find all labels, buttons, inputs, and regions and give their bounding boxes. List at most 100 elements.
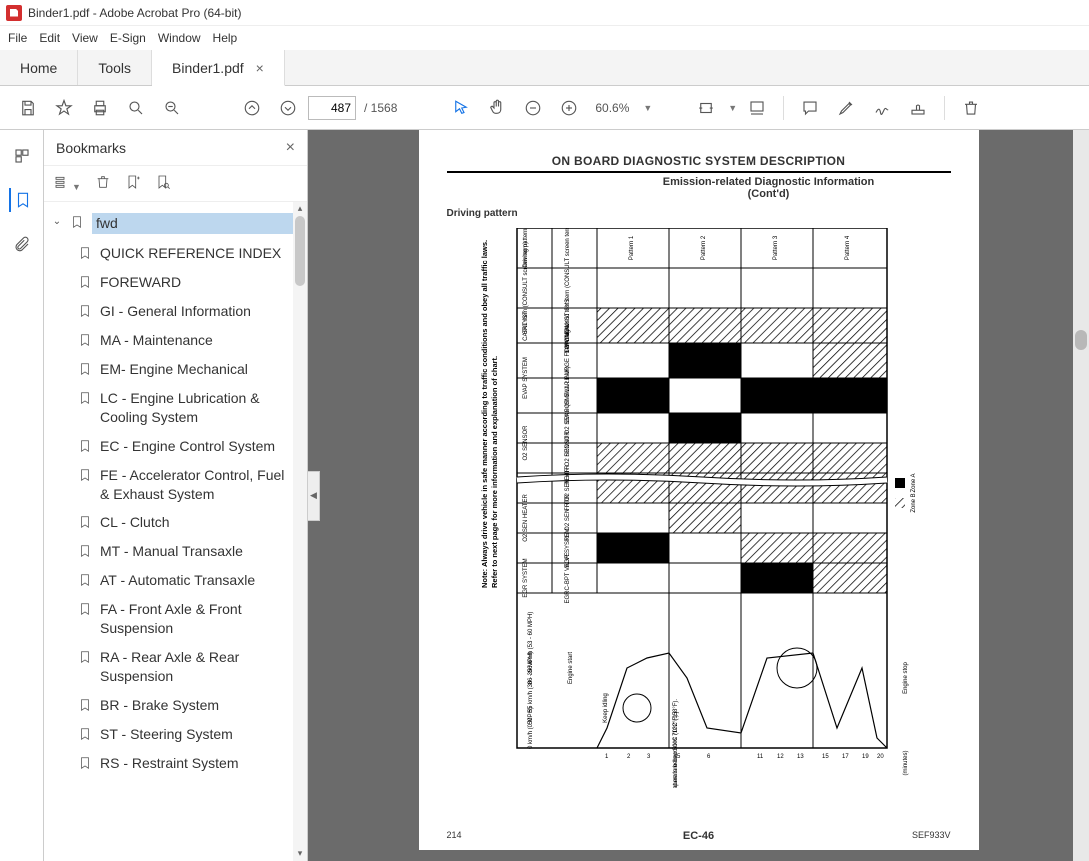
bookmark-item[interactable]: EM- Engine Mechanical [78,355,307,384]
svg-text:3: 3 [647,754,651,760]
doc-page-center: EC-46 [683,830,714,842]
svg-text:(minutes): (minutes) [903,750,909,775]
svg-text:O2 SEN HEATER: O2 SEN HEATER [523,494,529,542]
bookmarks-scrollbar[interactable]: ▴ ▾ [293,202,307,861]
page-down-icon[interactable] [272,92,304,124]
page-number-input[interactable] [308,96,356,120]
zoom-minus-icon[interactable] [517,92,549,124]
bookmark-new-icon[interactable] [125,174,141,193]
menu-view[interactable]: View [72,31,98,45]
menu-bar: File Edit View E-Sign Window Help [0,26,1089,50]
svg-text:Pattern 2: Pattern 2 [701,235,707,260]
svg-text:2: 2 [627,754,631,760]
delete-icon[interactable] [955,92,987,124]
bookmark-item[interactable]: LC - Engine Lubrication & Cooling System [78,384,307,432]
thumbnails-icon[interactable] [10,144,34,168]
document-scrollbar[interactable] [1073,130,1089,861]
bookmark-item[interactable]: GI - General Information [78,297,307,326]
svg-text:CATALYST: CATALYST [523,311,529,341]
menu-file[interactable]: File [8,31,27,45]
fit-width-icon[interactable] [690,92,722,124]
svg-text:20: 20 [877,754,884,760]
bookmark-item[interactable]: QUICK REFERENCE INDEX [78,239,307,268]
pointer-icon[interactable] [445,92,477,124]
star-icon[interactable] [48,92,80,124]
bookmark-label: EM- Engine Mechanical [100,360,301,379]
window-title: Binder1.pdf - Adobe Acrobat Pro (64-bit) [28,6,241,20]
bookmark-item-icon [78,275,94,292]
bookmark-item[interactable]: RA - Rear Axle & Rear Suspension [78,643,307,691]
bookmark-item-icon [78,333,94,350]
svg-text:Pattern 1: Pattern 1 [629,235,635,260]
menu-esign[interactable]: E-Sign [110,31,146,45]
bookmark-item-icon [78,439,94,456]
svg-text:6: 6 [707,754,711,760]
document-scroll-thumb[interactable] [1075,330,1087,350]
bookmark-delete-icon[interactable] [95,174,111,193]
bookmark-item-icon [78,304,94,321]
read-mode-icon[interactable] [741,92,773,124]
bookmark-label: MT - Manual Transaxle [100,542,301,561]
bookmark-item[interactable]: AT - Automatic Transaxle [78,566,307,595]
close-tab-icon[interactable]: × [256,60,264,76]
document-area[interactable]: ◀ ON BOARD DIAGNOSTIC SYSTEM DESCRIPTION… [308,130,1089,861]
doc-page-left: 214 [447,830,462,840]
expand-icon[interactable]: ⌄ [50,216,64,227]
bookmark-item[interactable]: FOREWARD [78,268,307,297]
save-icon[interactable] [12,92,44,124]
svg-text:12: 12 [777,754,784,760]
svg-text:Refer to next page for more in: Refer to next page for more information … [490,356,499,588]
bookmark-options-icon[interactable]: ▼ [54,174,81,193]
collapse-pane-icon[interactable]: ◀ [308,471,320,521]
svg-text:11: 11 [757,754,764,760]
bookmark-item-icon [78,468,94,485]
bookmark-item[interactable]: CL - Clutch [78,508,307,537]
document-page: ON BOARD DIAGNOSTIC SYSTEM DESCRIPTION E… [419,130,979,850]
bookmark-label: RS - Restraint System [100,754,301,773]
doc-subtitle: Emission-related Diagnostic Information [447,176,951,188]
svg-text:Note: Always drive vehicle in: Note: Always drive vehicle in safe manne… [480,240,489,588]
bookmark-label: QUICK REFERENCE INDEX [100,244,301,263]
menu-edit[interactable]: Edit [39,31,60,45]
print-icon[interactable] [84,92,116,124]
bookmark-item[interactable]: EC - Engine Control System [78,432,307,461]
sign-icon[interactable] [866,92,898,124]
stamp-icon[interactable] [902,92,934,124]
svg-text:Pattern 4: Pattern 4 [845,235,851,260]
menu-help[interactable]: Help [213,31,238,45]
bookmark-find-icon[interactable] [155,174,171,193]
fit-dropdown-icon[interactable]: ▼ [728,103,737,113]
menu-window[interactable]: Window [158,31,201,45]
doc-page-right: SEF933V [912,830,951,840]
close-pane-icon[interactable]: × [286,139,295,157]
zoom-plus-icon[interactable] [553,92,585,124]
search-icon[interactable] [120,92,152,124]
tab-home[interactable]: Home [0,50,78,85]
bookmark-label: FA - Front Axle & Front Suspension [100,600,301,638]
bookmark-label: RA - Rear Axle & Rear Suspension [100,648,301,686]
bookmarks-icon[interactable] [9,188,33,212]
bookmarks-scroll-thumb[interactable] [295,216,305,286]
bookmark-item[interactable]: MA - Maintenance [78,326,307,355]
comment-icon[interactable] [794,92,826,124]
bookmark-label: MA - Maintenance [100,331,301,350]
bookmark-item[interactable]: FE - Accelerator Control, Fuel & Exhaust… [78,461,307,509]
bookmark-item[interactable]: BR - Brake System [78,691,307,720]
bookmark-root[interactable]: ⌄ fwd [50,208,307,239]
bookmark-item[interactable]: RS - Restraint System [78,749,307,778]
bookmark-label: GI - General Information [100,302,301,321]
zoom-dropdown-icon[interactable]: ▼ [643,103,652,113]
zoom-out-icon[interactable] [156,92,188,124]
bookmark-item[interactable]: FA - Front Axle & Front Suspension [78,595,307,643]
tab-tools[interactable]: Tools [78,50,152,85]
zoom-level-display[interactable]: 60.6% [589,101,637,115]
attachments-icon[interactable] [10,232,34,256]
tab-document[interactable]: Binder1.pdf × [152,50,285,86]
bookmark-item[interactable]: MT - Manual Transaxle [78,537,307,566]
svg-text:15: 15 [822,754,829,760]
page-up-icon[interactable] [236,92,268,124]
bookmark-item[interactable]: ST - Steering System [78,720,307,749]
hand-icon[interactable] [481,92,513,124]
tab-bar: Home Tools Binder1.pdf × [0,50,1089,86]
highlight-icon[interactable] [830,92,862,124]
